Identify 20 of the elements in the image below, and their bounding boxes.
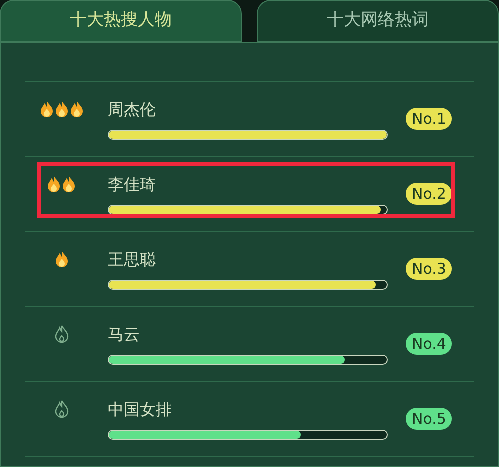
rank-badge: No.4 xyxy=(406,333,452,355)
rank-badge: No.3 xyxy=(406,258,452,280)
flame-outline-icon xyxy=(54,325,68,343)
flame-icon xyxy=(70,100,84,118)
tab[interactable]: 十大热搜人物 xyxy=(0,0,242,42)
flame-icon xyxy=(47,175,61,193)
tab[interactable]: 十大网络热词 xyxy=(257,0,499,42)
flame-outline-icon xyxy=(54,400,68,418)
flame-icon xyxy=(62,175,76,193)
person-name: 王思聪 xyxy=(108,248,156,270)
flame-icon xyxy=(54,250,68,268)
rank-badge: No.2 xyxy=(406,183,452,205)
person-name: 周杰伦 xyxy=(108,98,156,120)
person-name: 中国女排 xyxy=(108,398,172,420)
person-name: 马云 xyxy=(108,324,140,346)
person-name: 李佳琦 xyxy=(108,174,156,196)
rank-badge: No.5 xyxy=(406,408,452,430)
flame-icon xyxy=(54,100,68,118)
flame-icon xyxy=(40,100,54,118)
rank-badge: No.1 xyxy=(406,108,452,130)
